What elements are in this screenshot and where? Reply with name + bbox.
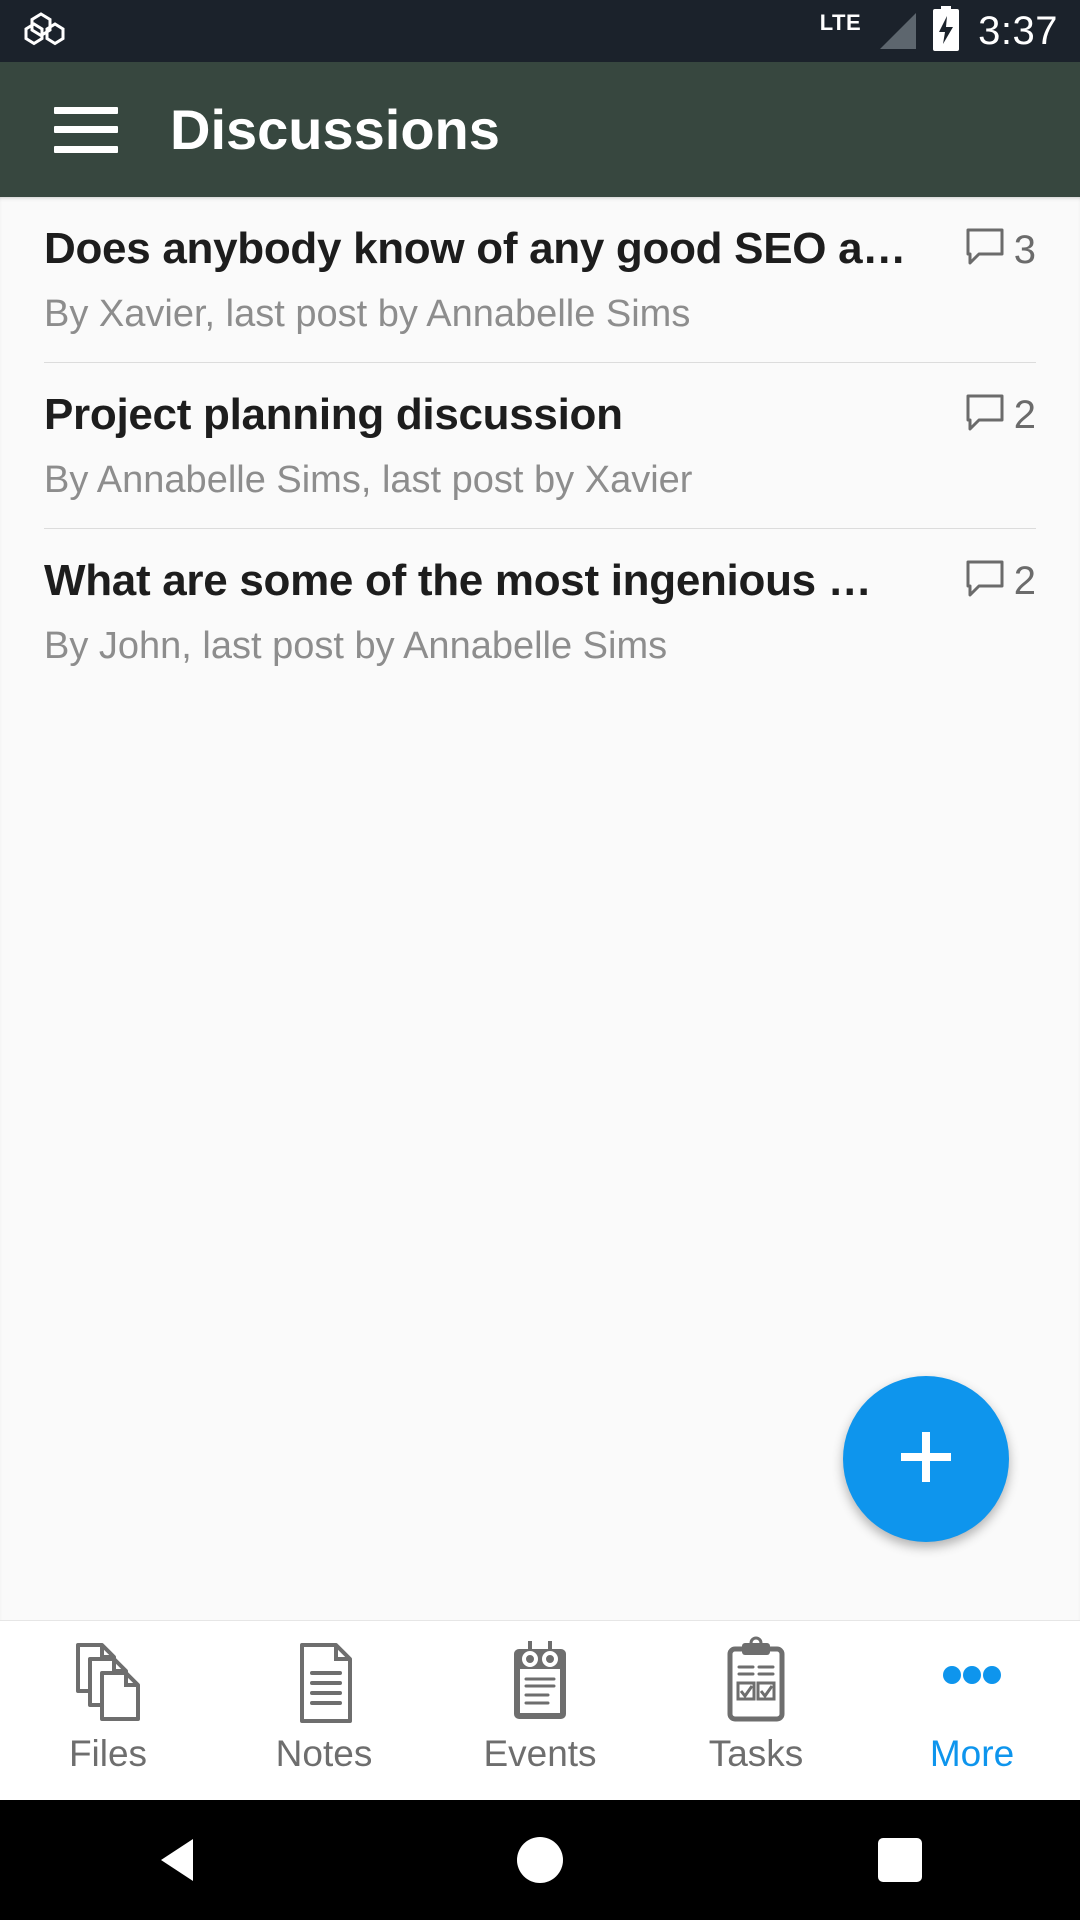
bottom-tab-bar: Files Notes Events Tasks More	[0, 1620, 1080, 1800]
list-item-header: Project planning discussion 2	[44, 363, 1036, 441]
clipboard-check-icon	[708, 1635, 804, 1731]
back-triangle-icon[interactable]	[90, 1800, 270, 1920]
tab-more[interactable]: More	[864, 1621, 1080, 1772]
tab-label: Notes	[275, 1733, 373, 1774]
status-bar-left	[24, 11, 70, 51]
note-document-icon	[276, 1635, 372, 1731]
comment-count-group: 3	[965, 223, 1036, 272]
calendar-icon	[492, 1635, 588, 1731]
tab-notes[interactable]: Notes	[216, 1621, 432, 1772]
tab-events[interactable]: Events	[432, 1621, 648, 1772]
list-item[interactable]: Does anybody know of any good SEO a… 3 B…	[0, 197, 1080, 362]
comment-count: 3	[1013, 227, 1036, 272]
discussion-title: Project planning discussion	[44, 389, 623, 439]
ellipsis-icon	[924, 1635, 1020, 1731]
app-bar: Discussions	[0, 62, 1080, 197]
hamburger-menu-icon[interactable]	[54, 106, 118, 153]
add-discussion-fab[interactable]	[843, 1376, 1009, 1542]
tab-label: Tasks	[708, 1733, 804, 1774]
comment-count-group: 2	[965, 555, 1036, 604]
signal-triangle-icon	[874, 11, 918, 51]
status-bar-right: LTE 3:37	[819, 5, 1058, 57]
tab-label: More	[929, 1733, 1015, 1774]
tab-tasks[interactable]: Tasks	[648, 1621, 864, 1772]
discussion-list: Does anybody know of any good SEO a… 3 B…	[0, 197, 1080, 694]
hexagon-cluster-icon	[24, 11, 70, 51]
list-item-header: What are some of the most ingenious … 2	[44, 529, 1036, 607]
recents-square-icon[interactable]	[810, 1800, 990, 1920]
plus-icon	[893, 1424, 959, 1495]
list-item-header: Does anybody know of any good SEO a… 3	[44, 197, 1036, 275]
network-type-label: LTE	[819, 10, 862, 35]
comment-count: 2	[1013, 393, 1036, 438]
comment-bubble-icon	[965, 559, 1005, 604]
clock-time: 3:37	[978, 9, 1058, 53]
comment-count: 2	[1013, 559, 1036, 604]
tab-label: Events	[483, 1733, 597, 1774]
comment-bubble-icon	[965, 393, 1005, 438]
list-item[interactable]: Project planning discussion 2 By Annabel…	[0, 363, 1080, 528]
discussion-subtitle: By Xavier, last post by Annabelle Sims	[44, 292, 691, 335]
page-title: Discussions	[170, 98, 500, 161]
phone-screen: LTE 3:37 Discussions Does anybody know o…	[0, 0, 1080, 1920]
battery-charging-icon	[931, 5, 961, 57]
discussion-title: Does anybody know of any good SEO a…	[44, 224, 906, 273]
files-stack-icon	[60, 1635, 156, 1731]
tab-files[interactable]: Files	[0, 1621, 216, 1772]
status-bar: LTE 3:37	[0, 0, 1080, 62]
list-item[interactable]: What are some of the most ingenious … 2 …	[0, 529, 1080, 694]
discussion-subtitle: By John, last post by Annabelle Sims	[44, 624, 668, 667]
system-navigation-bar	[0, 1800, 1080, 1920]
discussion-subtitle: By Annabelle Sims, last post by Xavier	[44, 458, 693, 501]
comment-count-group: 2	[965, 389, 1036, 438]
discussion-title: What are some of the most ingenious …	[44, 555, 872, 605]
comment-bubble-icon	[965, 227, 1005, 272]
home-circle-icon[interactable]	[450, 1800, 630, 1920]
tab-label: Files	[68, 1733, 148, 1774]
